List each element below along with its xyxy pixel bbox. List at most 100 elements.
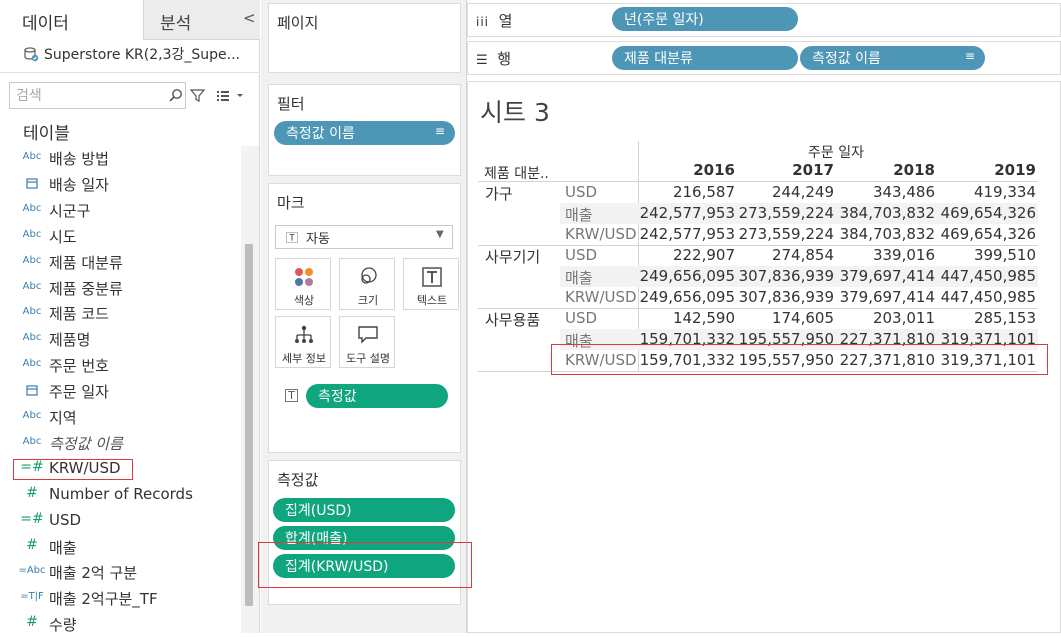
row-header-title[interactable]: 제품 대분.. [484, 163, 549, 183]
measure-name-label[interactable]: 매출 [565, 204, 593, 225]
rows-icon: ☰ [476, 53, 488, 68]
filter-icon[interactable] [190, 88, 205, 103]
dimension-field-icon: =T|F [20, 591, 44, 603]
mark-type-dropdown[interactable]: 🅃 자동 ▼ [275, 225, 453, 249]
measure-pill-usd[interactable]: 집계(USD) [273, 498, 455, 522]
size-button[interactable]: 크기 [339, 258, 395, 310]
cell-value[interactable]: 384,703,832 [835, 225, 935, 243]
sheet-title[interactable]: 시트 3 [480, 93, 550, 129]
field-item[interactable]: Abc 배송 방법 [0, 146, 240, 172]
text-button[interactable]: 텍스트 [403, 258, 459, 310]
detail-button[interactable]: 세부 정보 [275, 316, 331, 368]
cell-value[interactable]: 216,587 [635, 183, 735, 201]
field-item[interactable]: # 매출 [0, 535, 240, 561]
tables-heading: 테이블 [23, 124, 70, 144]
pages-card[interactable]: 페이지 [268, 3, 461, 73]
datasource-name[interactable]: Superstore KR(2,3강_Supe... [44, 44, 240, 64]
cell-value[interactable]: 274,854 [734, 246, 834, 264]
rows-pill-category[interactable]: 제품 대분류 [612, 46, 798, 70]
cell-value[interactable]: 379,697,414 [835, 267, 935, 285]
cell-value[interactable]: 273,559,224 [734, 204, 834, 222]
cell-value[interactable]: 469,654,326 [936, 225, 1036, 243]
cell-value[interactable]: 203,011 [835, 309, 935, 327]
field-item[interactable]: 주문 일자 [0, 379, 240, 405]
cell-value[interactable]: 142,590 [635, 309, 735, 327]
measure-name-label[interactable]: USD [565, 246, 597, 264]
cell-value[interactable]: 469,654,326 [936, 204, 1036, 222]
field-item[interactable]: Abc 시도 [0, 224, 240, 250]
marks-text-pill[interactable]: 측정값 [306, 384, 448, 408]
measure-name-label[interactable]: USD [565, 183, 597, 201]
cell-value[interactable]: 285,153 [936, 309, 1036, 327]
cell-value[interactable]: 244,249 [734, 183, 834, 201]
cell-value[interactable]: 242,577,953 [635, 204, 735, 222]
cell-value[interactable]: 174,605 [734, 309, 834, 327]
field-item[interactable]: Abc 제품 중분류 [0, 276, 240, 302]
category-label[interactable]: 가구 [485, 183, 513, 204]
view-options-icon[interactable] [216, 88, 246, 103]
field-item[interactable]: Abc 제품 대분류 [0, 250, 240, 276]
category-label[interactable]: 사무용품 [485, 309, 540, 330]
columns-pill-year-order-date[interactable]: 년(주문 일자) [612, 7, 798, 31]
year-header[interactable]: 2018 [835, 161, 935, 179]
field-name: 시도 [49, 227, 77, 246]
scrollbar-thumb[interactable] [245, 244, 253, 606]
field-item[interactable]: Abc 제품명 [0, 327, 240, 353]
cell-value[interactable]: 222,907 [635, 246, 735, 264]
cell-value[interactable]: 343,486 [835, 183, 935, 201]
field-item[interactable]: Abc 측정값 이름 [0, 431, 240, 457]
measure-field-icon: # [26, 614, 38, 631]
cell-value[interactable]: 249,656,095 [635, 288, 735, 306]
sort-icon: ≡ [964, 49, 975, 63]
cell-value[interactable]: 249,656,095 [635, 267, 735, 285]
category-label[interactable]: 사무기기 [485, 246, 540, 267]
field-item[interactable]: Abc 제품 코드 [0, 301, 240, 327]
field-item[interactable]: Abc 주문 번호 [0, 353, 240, 379]
tooltip-button[interactable]: 도구 설명 [339, 316, 395, 368]
cell-value[interactable]: 307,836,939 [734, 267, 834, 285]
tab-data[interactable]: 데이터 [0, 0, 143, 40]
field-item[interactable]: =# USD [0, 509, 240, 535]
divider [0, 72, 260, 73]
cell-value[interactable]: 339,016 [835, 246, 935, 264]
measure-name-label[interactable]: USD [565, 309, 597, 327]
year-header[interactable]: 2016 [635, 161, 735, 179]
filter-pill-measure-names[interactable]: 측정값 이름 ≡ [274, 121, 455, 145]
pages-title: 페이지 [277, 14, 319, 32]
pill-label: 년(주문 일자) [624, 12, 704, 28]
year-header[interactable]: 2019 [936, 161, 1036, 179]
field-item[interactable]: # 수량 [0, 612, 240, 638]
cell-value[interactable]: 273,559,224 [734, 225, 834, 243]
size-icon [361, 267, 377, 284]
search-field[interactable] [9, 82, 186, 109]
search-input[interactable] [16, 87, 156, 105]
cell-value[interactable]: 242,577,953 [635, 225, 735, 243]
datasource-icon [24, 47, 39, 62]
field-item[interactable]: =Abc 매출 2억 구분 [0, 560, 240, 586]
field-item[interactable]: # Number of Records [0, 483, 240, 509]
cell-value[interactable]: 447,450,985 [936, 267, 1036, 285]
cell-value[interactable]: 384,703,832 [835, 204, 935, 222]
cell-value[interactable]: 307,836,939 [734, 288, 834, 306]
cell-value[interactable]: 419,334 [936, 183, 1036, 201]
field-name: USD [49, 510, 82, 529]
search-icon[interactable] [168, 88, 183, 103]
filters-card[interactable]: 필터 측정값 이름 ≡ [268, 84, 461, 176]
year-header[interactable]: 2017 [734, 161, 834, 179]
color-button[interactable]: 색상 [275, 258, 331, 310]
filters-title: 필터 [277, 95, 305, 113]
measure-name-label[interactable]: KRW/USD [565, 225, 637, 243]
measure-name-label[interactable]: 매출 [565, 267, 593, 288]
field-item[interactable]: Abc 시군구 [0, 198, 240, 224]
cell-value[interactable]: 399,510 [936, 246, 1036, 264]
field-item[interactable]: 배송 일자 [0, 172, 240, 198]
measure-name-label[interactable]: KRW/USD [565, 288, 637, 306]
measure-field-icon: =# [20, 510, 44, 527]
rows-pill-measure-names[interactable]: 측정값 이름 ≡ [800, 46, 985, 70]
cell-value[interactable]: 447,450,985 [936, 288, 1036, 306]
cell-value[interactable]: 379,697,414 [835, 288, 935, 306]
field-item[interactable]: Abc 지역 [0, 405, 240, 431]
field-item[interactable]: =T|F 매출 2억구분_TF [0, 586, 240, 612]
field-name: 주문 일자 [49, 383, 109, 402]
collapse-pane-icon[interactable]: < [243, 9, 256, 27]
